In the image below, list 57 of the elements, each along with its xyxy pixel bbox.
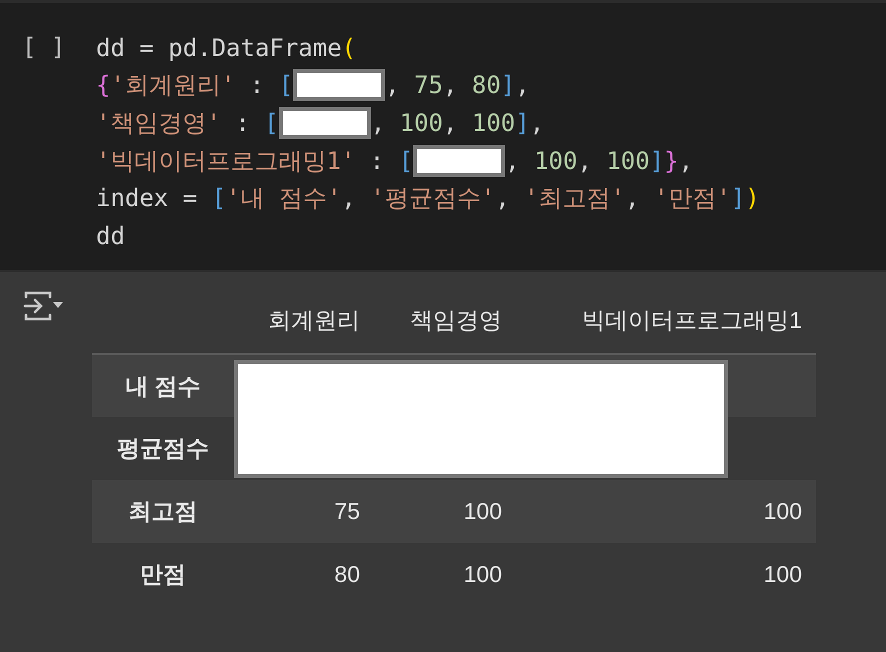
code-token: 80 [472,70,501,102]
code-token: : [234,108,251,139]
code-token: 100 [606,146,650,177]
column-header: 책임경영 [410,307,502,334]
code-token: '회계원리' [110,70,236,102]
code-token: '만점' [654,183,731,214]
code-token: 100 [534,146,578,177]
code-token: [ [278,70,294,102]
code-token: , [442,108,458,139]
row-label: 만점 [140,561,186,588]
code-token: , [442,70,458,102]
table-cell: 100 [764,498,802,524]
code-token: [ [212,183,226,214]
column-header: 빅데이터프로그래밍1 [582,307,802,334]
code-token: '빅데이터프로그래밍1' [96,146,356,177]
code-token: , [385,70,401,102]
row-label: 최고점 [128,498,198,524]
code-token: ] [500,70,516,102]
code-token: '책임경영' [96,108,221,139]
code-token: '최고점' [524,183,626,214]
row-label: 내 점수 [125,372,201,399]
table-cell: 75 [334,498,360,524]
code-token: ] [515,108,530,139]
code-token: '내 점수' [226,183,342,214]
code-token: , [505,146,521,177]
code-token: , [577,146,593,177]
code-token: ] [730,183,746,214]
column-header: 회계원리 [268,307,360,334]
table-cell: 80 [334,561,360,588]
code-token: 100 [400,108,443,139]
code-token: 75 [414,70,443,102]
code-token: '평균점수' [370,183,496,214]
row-label: 평균점수 [117,435,209,462]
code-token: 100 [472,108,516,139]
code-token: , [495,183,511,214]
code-token: dd = pd.DataFrame [96,32,342,64]
code-token: { [96,70,110,102]
code-token: , [341,183,357,214]
code-token: ( [342,32,356,64]
code-token: , [625,183,640,214]
table-cell: 100 [464,498,502,524]
code-token: , [515,70,530,102]
code-token: ] [650,146,664,177]
code-token: , [678,146,694,177]
code-token: ) [745,183,760,214]
code-token: index = [96,183,198,214]
table-cell: 100 [464,561,502,588]
code-token: } [664,146,679,177]
code-token: , [370,108,386,139]
code-token: : [368,146,386,177]
run-cell-marker[interactable]: [ ] [22,33,66,61]
code-token: , [530,108,544,139]
code-token: [ [264,108,279,139]
code-token: dd [96,220,125,252]
table-cell: 100 [764,561,802,588]
code-token: : [248,70,266,102]
code-token: [ [398,146,414,177]
